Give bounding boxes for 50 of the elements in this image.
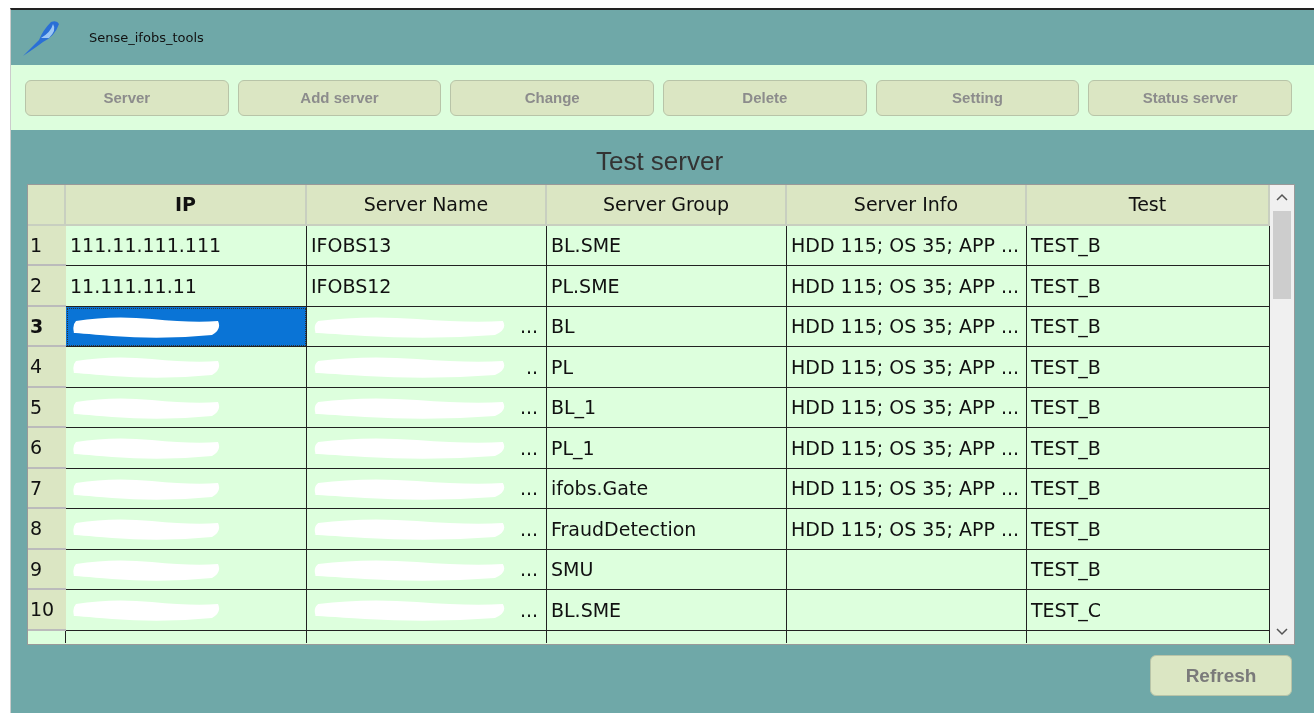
window-title: Sense_ifobs_tools xyxy=(89,30,204,45)
row-header[interactable]: 6 xyxy=(28,428,66,469)
table-cell: ... xyxy=(307,428,547,469)
row-header[interactable]: 9 xyxy=(28,549,66,590)
column-header[interactable]: Server Name xyxy=(307,185,547,226)
table-cell: 11.111.11.11 xyxy=(66,266,307,307)
table-cell: IFOBS12 xyxy=(307,266,547,307)
row-header[interactable]: 5 xyxy=(28,387,66,428)
row-header[interactable]: 3 xyxy=(28,306,66,347)
table-cell: HDD 115; OS 35; APP ... xyxy=(787,387,1027,428)
table-cell: HDD 115; OS 35; APP ... xyxy=(787,468,1027,509)
column-header[interactable]: IP xyxy=(66,185,307,226)
table-cell: HDD 115; OS 35; APP ... xyxy=(787,266,1027,307)
column-header[interactable]: Test xyxy=(1027,185,1270,226)
column-header[interactable]: Server Info xyxy=(787,185,1027,226)
table-cell: BL_1 xyxy=(547,387,787,428)
table-cell: ... xyxy=(307,590,547,631)
row-header[interactable]: 2 xyxy=(28,266,66,307)
table-cell: HDD 115; OS 35; APP ... xyxy=(787,225,1027,266)
table-cell: PL.SME xyxy=(547,266,787,307)
column-header[interactable]: Server Group xyxy=(547,185,787,226)
table-cell: HDD 115; OS 35; APP ... xyxy=(787,347,1027,388)
table-cell: ... xyxy=(307,549,547,590)
table-cell: .. xyxy=(307,347,547,388)
table-cell: BL.SME xyxy=(547,590,787,631)
table-cell: SMU xyxy=(547,549,787,590)
table-title: Test server xyxy=(594,145,725,178)
table-cell: ... xyxy=(307,509,547,550)
table-cell: PL xyxy=(547,347,787,388)
row-header[interactable]: 7 xyxy=(28,468,66,509)
table-cell: BL.SME xyxy=(547,225,787,266)
scroll-thumb[interactable] xyxy=(1273,211,1291,299)
table-cell: 111.11.111.111 xyxy=(66,225,307,266)
table-cell: ... xyxy=(307,306,547,347)
row-header[interactable]: 8 xyxy=(28,509,66,550)
table-cell: IFOBS13 xyxy=(307,225,547,266)
table-cell: ... xyxy=(307,387,547,428)
table-cell: FraudDetection xyxy=(547,509,787,550)
table-cell: ifobs.Gate xyxy=(547,468,787,509)
row-header[interactable]: 4 xyxy=(28,347,66,388)
table-cell: HDD 115; OS 35; APP ... xyxy=(787,509,1027,550)
scrollbar[interactable] xyxy=(1270,185,1294,644)
table-cell: HDD 115; OS 35; APP ... xyxy=(787,428,1027,469)
table-cell: HDD 115; OS 35; APP ... xyxy=(787,306,1027,347)
table-cell: PL_1 xyxy=(547,428,787,469)
table-cell: BL xyxy=(547,306,787,347)
row-header[interactable]: 10 xyxy=(28,590,66,631)
corner-header[interactable] xyxy=(28,185,66,226)
table-cell: ... xyxy=(307,468,547,509)
row-header[interactable]: 1 xyxy=(28,225,66,266)
